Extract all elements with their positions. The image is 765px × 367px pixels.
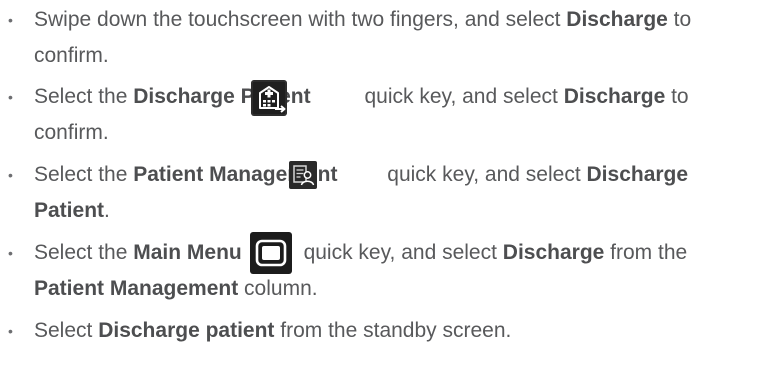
item-line: Patient. [34, 199, 110, 222]
bold-term: Discharge [563, 85, 666, 108]
main-menu-quick-key-icon [250, 232, 292, 274]
bullet: • [8, 245, 13, 261]
bold-term: Discharge patient [98, 319, 275, 342]
bullet: • [8, 89, 13, 105]
item-line: Select Discharge patient from the standb… [34, 319, 512, 342]
instruction-list: • Swipe down the touchscreen with two fi… [0, 0, 765, 367]
bullet: • [8, 167, 13, 183]
item-line: Select the Patient Management quick key,… [34, 163, 689, 186]
bullet: • [8, 323, 13, 339]
item-line: confirm. [34, 44, 109, 67]
bold-term: Discharge [586, 163, 689, 186]
bold-term: Patient Management [34, 277, 239, 300]
item-line: Patient Management column. [34, 277, 318, 300]
discharge-patient-quick-key-icon [251, 80, 287, 116]
item-line: Select the Main Menu quick key, and sele… [34, 241, 688, 264]
item-line: confirm. [34, 121, 109, 144]
bold-term: Discharge [566, 8, 668, 31]
bullet: • [8, 12, 13, 28]
bold-term: Main Menu [133, 241, 242, 264]
patient-management-quick-key-icon [289, 161, 317, 189]
item-line: Select the Discharge Patient quick key, … [34, 85, 689, 108]
bold-term: Patient [34, 199, 105, 222]
bold-term: Discharge [502, 241, 605, 264]
item-line: Swipe down the touchscreen with two fing… [34, 8, 692, 31]
